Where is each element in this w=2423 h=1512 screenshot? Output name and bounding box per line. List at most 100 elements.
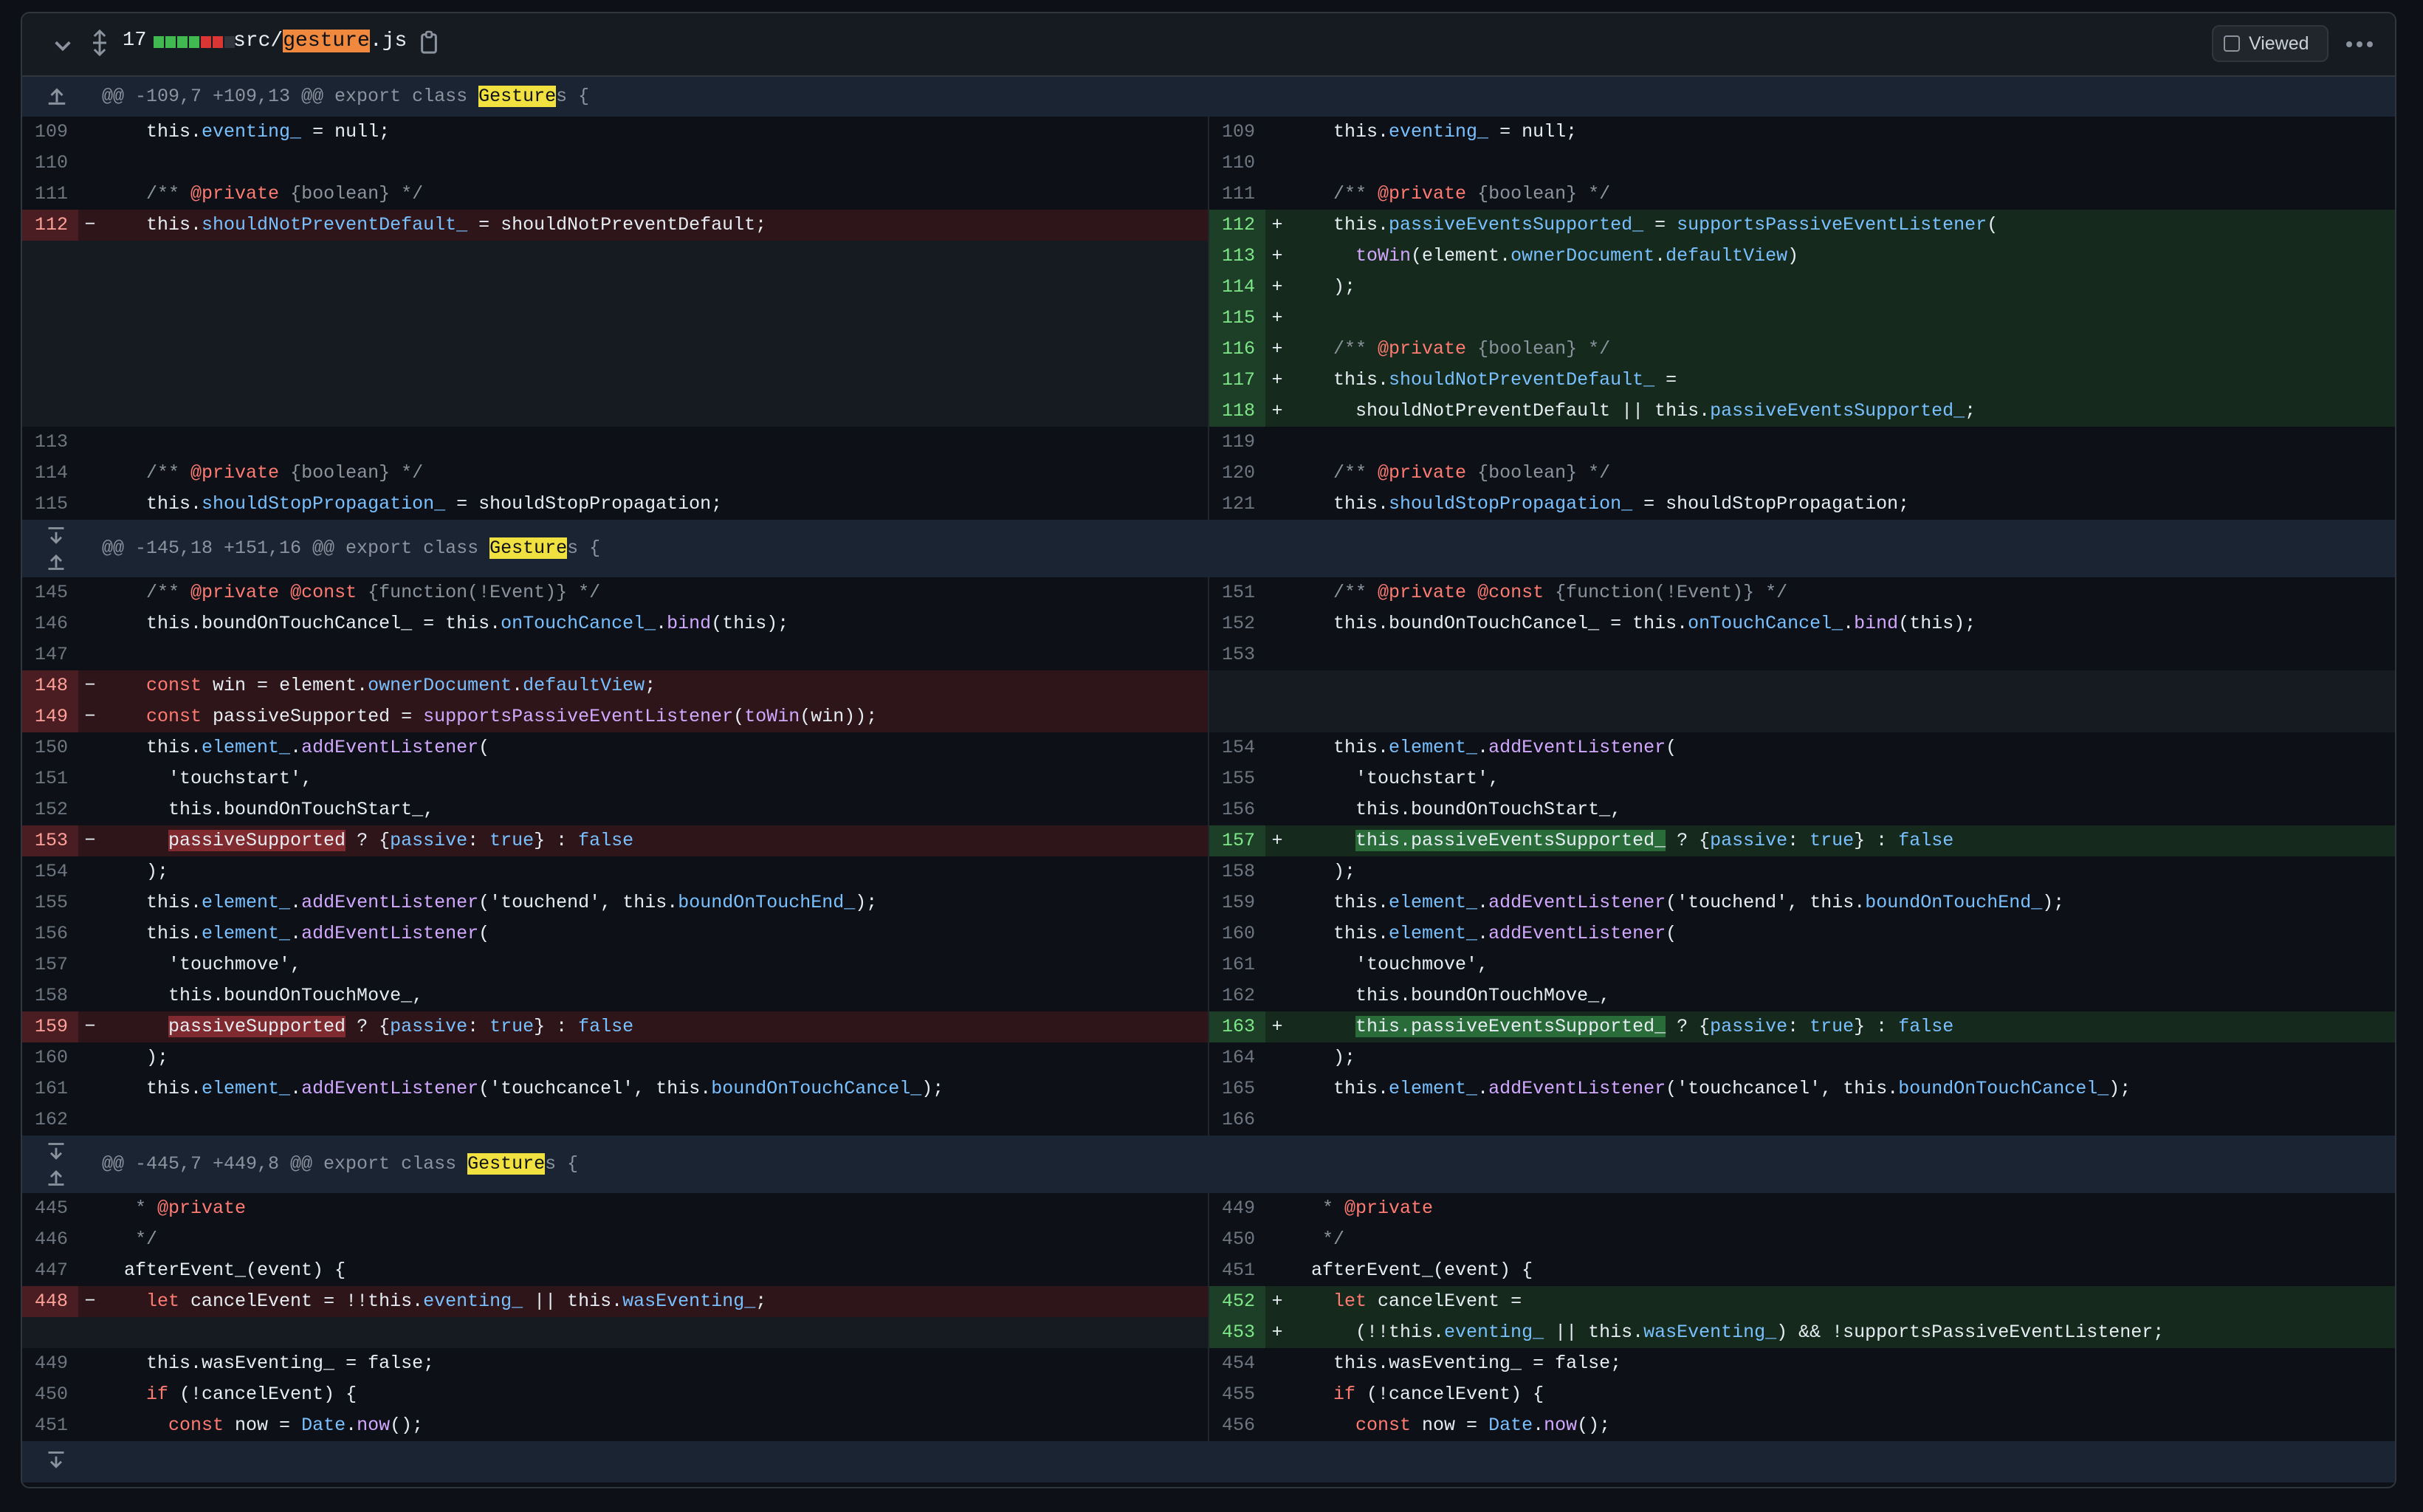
line-number[interactable]: 160 xyxy=(1209,918,1265,949)
line-number[interactable]: 153 xyxy=(22,825,78,856)
line-number[interactable]: 161 xyxy=(22,1073,78,1104)
diff-file-card: 17 src/gesture.js Viewed @@ -109,7 +109,… xyxy=(21,12,2396,1488)
kebab-menu-icon[interactable] xyxy=(2345,31,2374,58)
line-number[interactable]: 147 xyxy=(22,639,78,670)
line-number[interactable]: 450 xyxy=(22,1379,78,1410)
line-number[interactable]: 153 xyxy=(1209,639,1265,670)
line-number[interactable]: 162 xyxy=(22,1104,78,1135)
right-side-addition: 163 + this.passiveEventsSupported_ ? {pas… xyxy=(1208,1011,2395,1042)
line-number[interactable]: 163 xyxy=(1209,1011,1265,1042)
line-number[interactable]: 110 xyxy=(22,148,78,179)
line-number[interactable]: 158 xyxy=(22,980,78,1011)
line-number[interactable]: 109 xyxy=(1209,117,1265,148)
line-number[interactable]: 118 xyxy=(1209,396,1265,427)
line-number[interactable]: 152 xyxy=(1209,608,1265,639)
line-number[interactable]: 121 xyxy=(1209,489,1265,520)
line-number[interactable]: 116 xyxy=(1209,334,1265,365)
code-line: * @private xyxy=(1322,1197,1434,1219)
line-number[interactable]: 117 xyxy=(1209,365,1265,396)
line-number[interactable]: 449 xyxy=(22,1348,78,1379)
left-side: 161 this.element_.addEventListener('touc… xyxy=(22,1073,1208,1104)
line-number[interactable]: 109 xyxy=(22,117,78,148)
line-number[interactable]: 150 xyxy=(22,732,78,763)
line-number[interactable]: 162 xyxy=(1209,980,1265,1011)
expand-all-icon[interactable] xyxy=(89,30,111,56)
left-side-deletion: 448− let cancelEvent = !!this.eventing_ … xyxy=(22,1286,1208,1317)
hunk-text: @@ -109,7 +109,13 @@ export class Gestur… xyxy=(89,77,2395,117)
viewed-checkbox[interactable] xyxy=(2224,35,2240,52)
line-number[interactable]: 111 xyxy=(1209,179,1265,210)
line-number[interactable]: 145 xyxy=(22,577,78,608)
line-number[interactable]: 456 xyxy=(1209,1410,1265,1441)
expand-down-button[interactable] xyxy=(22,1441,89,1482)
line-number[interactable]: 114 xyxy=(1209,272,1265,303)
line-number[interactable]: 453 xyxy=(1209,1317,1265,1348)
line-number[interactable]: 110 xyxy=(1209,148,1265,179)
line-number[interactable]: 159 xyxy=(22,1011,78,1042)
line-number[interactable]: 149 xyxy=(22,701,78,732)
line-number[interactable]: 156 xyxy=(22,918,78,949)
line-number[interactable]: 157 xyxy=(22,949,78,980)
line-number[interactable]: 446 xyxy=(22,1224,78,1255)
line-number[interactable]: 158 xyxy=(1209,856,1265,887)
line-number[interactable]: 119 xyxy=(1209,427,1265,458)
line-number[interactable]: 113 xyxy=(22,427,78,458)
chevron-down-icon[interactable] xyxy=(52,34,74,56)
line-number[interactable]: 160 xyxy=(22,1042,78,1073)
left-side: 146 this.boundOnTouchCancel_ = this.onTo… xyxy=(22,608,1208,639)
line-number[interactable]: 451 xyxy=(22,1410,78,1441)
diff-row: 451 const now = Date.now(); 456 const no… xyxy=(22,1410,2395,1441)
expand-between-button[interactable] xyxy=(22,520,89,577)
line-number[interactable]: 111 xyxy=(22,179,78,210)
line-number[interactable]: 451 xyxy=(1209,1255,1265,1286)
left-side: 450 if (!cancelEvent) { xyxy=(22,1379,1208,1410)
line-number[interactable]: 115 xyxy=(1209,303,1265,334)
line-number[interactable]: 450 xyxy=(1209,1224,1265,1255)
left-side: 145 /** @private @const {function(!Event… xyxy=(22,577,1208,608)
expand-between-button[interactable] xyxy=(22,1135,89,1193)
line-number[interactable]: 156 xyxy=(1209,794,1265,825)
line-number[interactable]: 448 xyxy=(22,1286,78,1317)
code-line: let cancelEvent = !!this.eventing_ || th… xyxy=(146,1291,767,1312)
copy-path-icon[interactable] xyxy=(418,30,440,56)
line-number[interactable]: 151 xyxy=(1209,577,1265,608)
line-number[interactable]: 113 xyxy=(1209,241,1265,272)
line-number[interactable]: 155 xyxy=(22,887,78,918)
line-number[interactable]: 157 xyxy=(1209,825,1265,856)
line-number[interactable]: 154 xyxy=(22,856,78,887)
line-number[interactable]: 115 xyxy=(22,489,78,520)
line-number[interactable]: 447 xyxy=(22,1255,78,1286)
path-prefix: src/ xyxy=(233,30,283,52)
line-number[interactable]: 154 xyxy=(1209,732,1265,763)
line-number[interactable]: 151 xyxy=(22,763,78,794)
line-number[interactable]: 445 xyxy=(22,1193,78,1224)
diff-row: 146 this.boundOnTouchCancel_ = this.onTo… xyxy=(22,608,2395,639)
code-line: afterEvent_(event) { xyxy=(124,1260,346,1281)
line-number[interactable]: 112 xyxy=(22,210,78,241)
viewed-toggle[interactable]: Viewed xyxy=(2212,25,2329,62)
line-number[interactable]: 449 xyxy=(1209,1193,1265,1224)
expand-up-button[interactable] xyxy=(22,77,89,117)
code-line: this.wasEventing_ = false; xyxy=(1333,1353,1622,1374)
code-line: 'touchstart', xyxy=(168,768,313,789)
right-side: 121 this.shouldStopPropagation_ = should… xyxy=(1208,489,2395,520)
line-number[interactable]: 455 xyxy=(1209,1379,1265,1410)
line-number[interactable]: 454 xyxy=(1209,1348,1265,1379)
file-header: 17 src/gesture.js Viewed xyxy=(22,13,2395,77)
line-number[interactable]: 155 xyxy=(1209,763,1265,794)
line-number[interactable]: 146 xyxy=(22,608,78,639)
line-number[interactable]: 166 xyxy=(1209,1104,1265,1135)
line-number[interactable]: 161 xyxy=(1209,949,1265,980)
line-number[interactable]: 112 xyxy=(1209,210,1265,241)
line-number[interactable]: 452 xyxy=(1209,1286,1265,1317)
line-number[interactable]: 165 xyxy=(1209,1073,1265,1104)
file-path-link[interactable]: src/gesture.js xyxy=(233,30,407,52)
line-number[interactable]: 159 xyxy=(1209,887,1265,918)
line-number[interactable]: 152 xyxy=(22,794,78,825)
right-side: 451 afterEvent_(event) { xyxy=(1208,1255,2395,1286)
left-side: 150 this.element_.addEventListener( xyxy=(22,732,1208,763)
line-number[interactable]: 120 xyxy=(1209,458,1265,489)
line-number[interactable]: 114 xyxy=(22,458,78,489)
line-number[interactable]: 148 xyxy=(22,670,78,701)
line-number[interactable]: 164 xyxy=(1209,1042,1265,1073)
